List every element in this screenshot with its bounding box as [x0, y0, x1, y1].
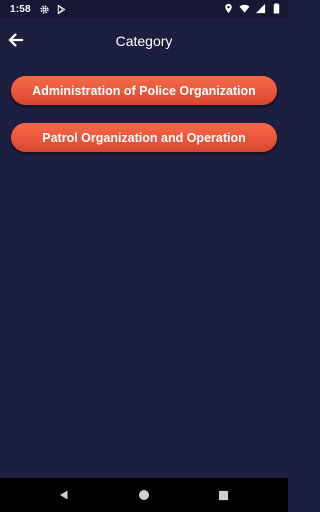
home-circle-icon [139, 490, 149, 500]
status-icons-left [39, 4, 67, 15]
nav-back-button[interactable] [56, 487, 72, 503]
gear-icon [40, 4, 49, 14]
navigation-bar [0, 478, 288, 512]
app-bar: Category [0, 18, 288, 64]
signal-icon [255, 3, 266, 14]
nav-home-button[interactable] [136, 487, 152, 503]
nav-recents-button[interactable] [215, 487, 231, 503]
battery-icon [273, 3, 280, 14]
status-time: 1:58 [10, 3, 31, 15]
screen: 1:58 Category Administration of Police O… [0, 0, 288, 512]
recents-square-icon [218, 490, 228, 500]
wifi-icon [239, 4, 250, 13]
category-button-administration[interactable]: Administration of Police Organization [11, 76, 277, 105]
back-triangle-icon [60, 490, 68, 500]
play-store-icon [57, 4, 66, 14]
status-bar: 1:58 [0, 0, 288, 18]
page-title: Category [115, 33, 173, 49]
location-icon [225, 3, 232, 14]
status-icons-right [223, 3, 282, 14]
category-button-patrol[interactable]: Patrol Organization and Operation [11, 123, 277, 152]
